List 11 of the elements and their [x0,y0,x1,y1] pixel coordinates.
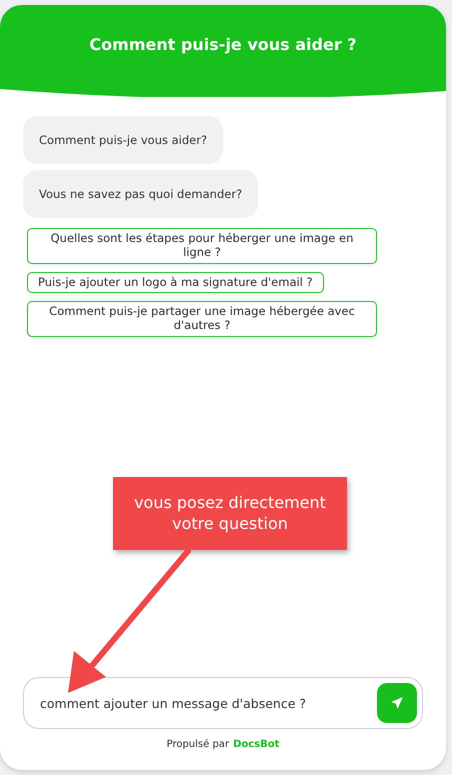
powered-by-text: Propulsé par [166,739,230,750]
annotation-callout: vous posez directement votre question [113,477,347,550]
bot-message: Vous ne savez pas quoi demander? [23,170,258,218]
bot-message: Comment puis-je vous aider? [23,116,224,164]
message-input[interactable]: comment ajouter un message d'absence ? [23,677,423,729]
suggestion-button[interactable]: Puis-je ajouter un logo à ma signature d'email ? [27,272,324,294]
send-button[interactable] [377,683,417,723]
chat-title: Comment puis-je vous aider ? [89,34,357,54]
send-icon [390,696,404,710]
suggestion-button[interactable]: Quelles sont les étapes pour héberger une image en ligne ? [27,228,377,264]
suggestion-button[interactable]: Comment puis-je partager une image hébergée avec d'autres ? [27,301,377,337]
